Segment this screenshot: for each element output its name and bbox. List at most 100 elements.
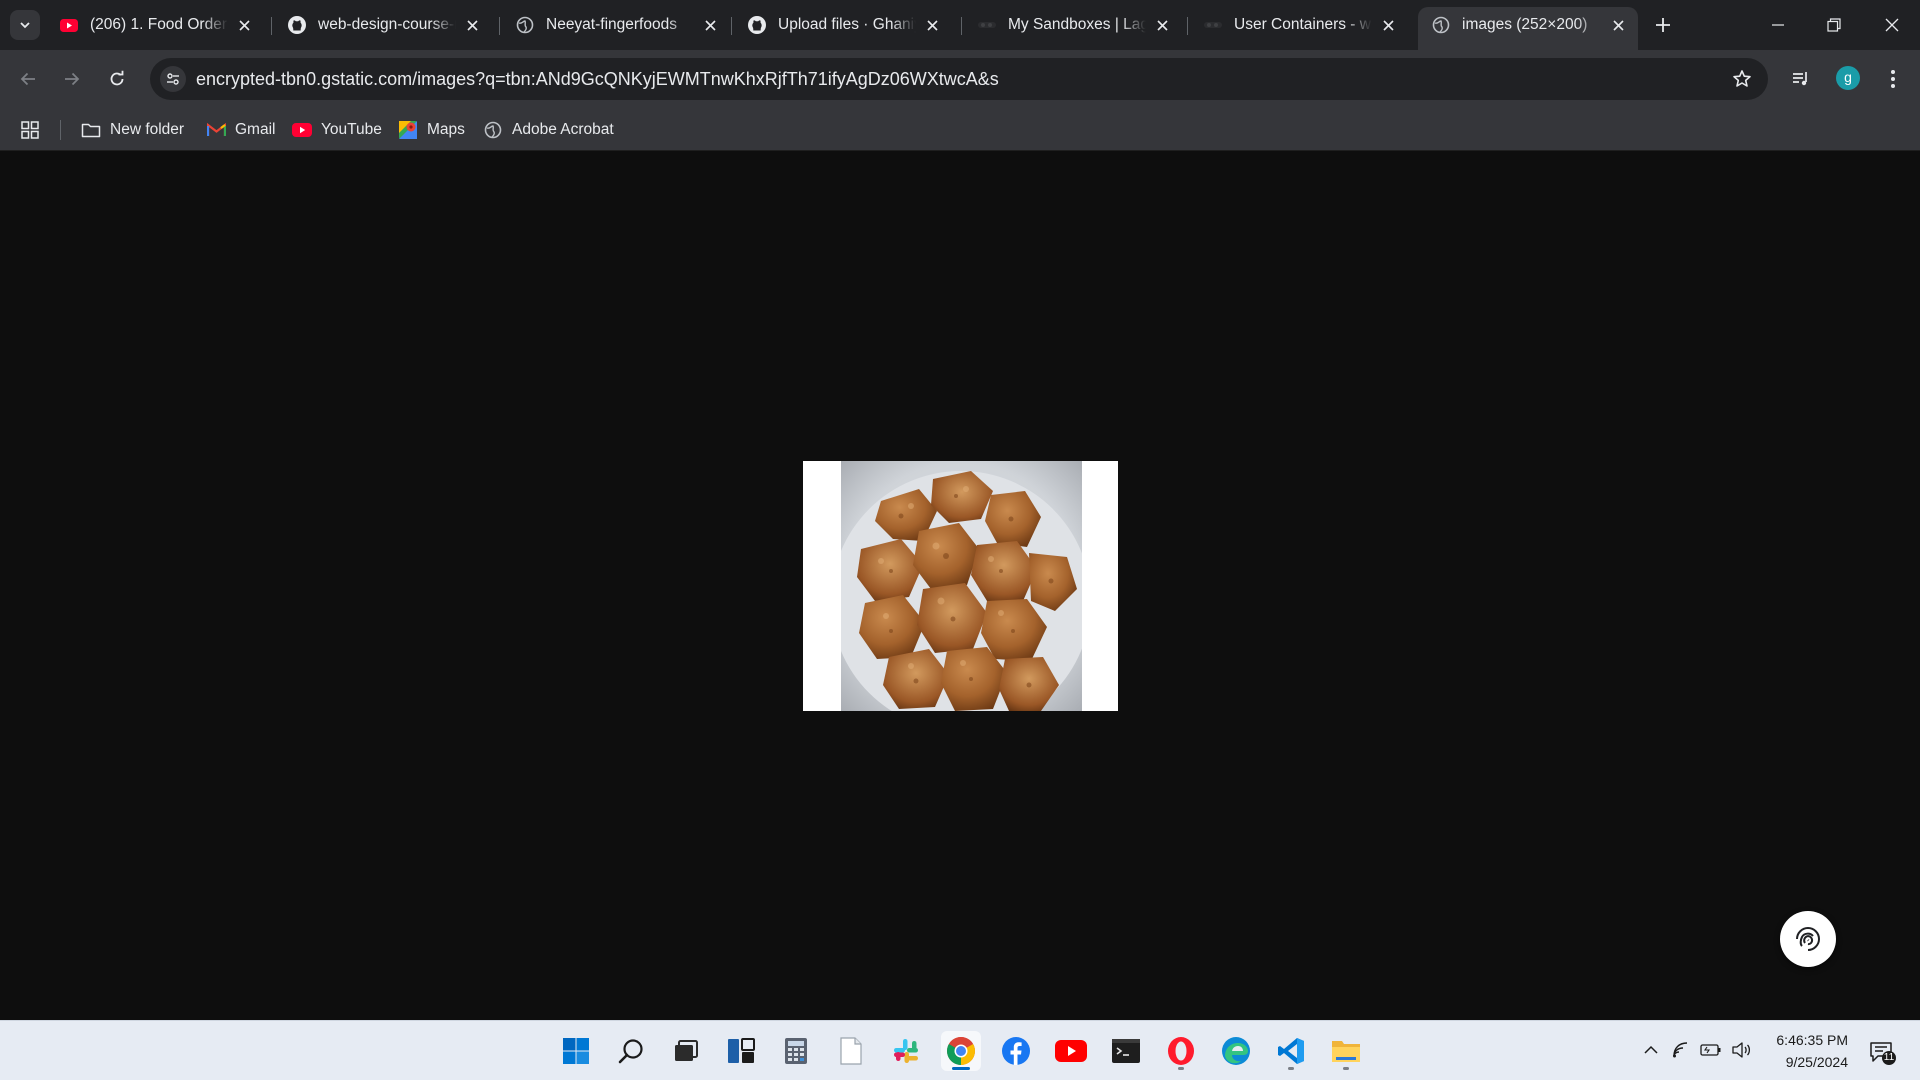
taskbar-terminal[interactable] (1106, 1031, 1146, 1071)
tab-my-sandboxes[interactable]: My Sandboxes | Lago (964, 7, 1182, 43)
tab-user-containers[interactable]: User Containers - we (1190, 7, 1408, 43)
site-info-button[interactable] (160, 66, 186, 92)
minimize-icon (1772, 24, 1784, 26)
back-button[interactable] (11, 62, 45, 96)
network-status[interactable] (1670, 1039, 1692, 1061)
close-icon[interactable] (1152, 15, 1172, 35)
close-icon[interactable] (700, 15, 720, 35)
tab-separator (961, 17, 962, 35)
tab-title: Neeyat-fingerfoods (546, 16, 677, 33)
lagoon-icon (1204, 16, 1222, 34)
clock-date: 9/25/2024 (1785, 1054, 1848, 1070)
tab-upload-files[interactable]: Upload files · Ghaniya (734, 7, 952, 43)
bookmark-star-button[interactable] (1730, 67, 1754, 91)
restore-icon (1827, 18, 1841, 32)
tab-web-design-course[interactable]: web-design-course-r (274, 7, 492, 43)
taskbar-opera[interactable] (1161, 1031, 1201, 1071)
running-indicator (1343, 1067, 1349, 1070)
start-button[interactable] (556, 1031, 596, 1071)
show-hidden-icons-button[interactable] (1640, 1039, 1662, 1061)
more-vertical-icon (1891, 70, 1895, 88)
wifi-icon (1673, 1042, 1688, 1058)
vscode-icon (1278, 1038, 1304, 1064)
tab-separator (1187, 17, 1188, 35)
arrow-right-icon (65, 72, 80, 86)
address-bar[interactable]: encrypted-tbn0.gstatic.com/images?q=tbn:… (150, 58, 1768, 100)
close-icon[interactable] (922, 15, 942, 35)
image-viewer (0, 151, 1920, 1020)
floating-extension-button[interactable] (1780, 911, 1836, 967)
close-icon[interactable] (234, 15, 254, 35)
taskbar-vscode[interactable] (1271, 1031, 1311, 1071)
tab-neeyat-fingerfoods[interactable]: Neeyat-fingerfoods (502, 7, 730, 43)
widgets-button[interactable] (721, 1031, 761, 1071)
taskbar-youtube[interactable] (1051, 1031, 1091, 1071)
running-indicator (1178, 1067, 1184, 1070)
calculator-icon (785, 1038, 807, 1064)
file-explorer-icon (1332, 1041, 1360, 1062)
chevron-up-icon (1644, 1045, 1658, 1054)
bookmark-gmail[interactable]: Gmail (206, 117, 275, 143)
apps-button[interactable] (20, 117, 49, 143)
media-control-button[interactable] (1784, 62, 1818, 96)
taskbar-chrome[interactable] (941, 1031, 981, 1071)
reload-button[interactable] (100, 62, 134, 96)
search-icon (618, 1039, 643, 1064)
tab-images-active[interactable]: images (252×200) (1418, 7, 1638, 50)
reload-icon (110, 70, 124, 86)
chrome-icon (947, 1037, 975, 1065)
taskbar-edge[interactable] (1216, 1031, 1256, 1071)
fingerprint-spiral-icon (1796, 927, 1820, 951)
slack-icon (894, 1039, 918, 1063)
profile-avatar[interactable]: g (1836, 66, 1860, 90)
plus-icon (1656, 18, 1670, 32)
tab-title: User Containers - we (1234, 16, 1372, 33)
widgets-icon (728, 1038, 755, 1063)
tab-separator (731, 17, 732, 35)
bookmarks-bar: New folder Gmail YouTube Maps Adobe Acro… (0, 108, 1920, 151)
task-view-button[interactable] (666, 1031, 706, 1071)
taskbar-search[interactable] (611, 1031, 651, 1071)
bookmarks-separator (60, 120, 61, 140)
lagoon-icon (978, 16, 996, 34)
bookmark-youtube[interactable]: YouTube (292, 117, 382, 143)
bookmark-label: Gmail (235, 121, 276, 138)
tab-title: My Sandboxes | Lago (1008, 16, 1146, 33)
close-icon[interactable] (1608, 15, 1628, 35)
battery-status[interactable] (1700, 1039, 1722, 1061)
battery-icon (1700, 1044, 1721, 1056)
bookmark-maps[interactable]: Maps (398, 117, 465, 143)
restore-button[interactable] (1806, 0, 1862, 50)
taskbar-slack[interactable] (886, 1031, 926, 1071)
browser-toolbar: encrypted-tbn0.gstatic.com/images?q=tbn:… (0, 50, 1920, 108)
close-icon[interactable] (462, 15, 482, 35)
arrow-left-icon (20, 72, 35, 86)
tab-search-button[interactable] (10, 10, 40, 40)
forward-button[interactable] (55, 62, 89, 96)
clock-time: 6:46:35 PM (1776, 1032, 1848, 1048)
globe-icon (1432, 16, 1450, 34)
notification-center-button[interactable]: 11 (1866, 1037, 1896, 1067)
bookmark-new-folder[interactable]: New folder (81, 117, 184, 143)
tab-strip: (206) 1. Food Order W web-design-course-… (0, 0, 1920, 50)
taskbar-facebook[interactable] (996, 1031, 1036, 1071)
volume-control[interactable] (1730, 1039, 1752, 1061)
close-window-button[interactable] (1864, 0, 1920, 50)
displayed-image[interactable] (803, 461, 1118, 711)
taskbar-notepad[interactable] (831, 1031, 871, 1071)
browser-menu-button[interactable] (1876, 62, 1910, 96)
tune-icon (167, 73, 179, 85)
system-clock[interactable]: 6:46:35 PM 9/25/2024 (1768, 1029, 1848, 1073)
taskbar-calculator[interactable] (776, 1031, 816, 1071)
url-text[interactable]: encrypted-tbn0.gstatic.com/images?q=tbn:… (196, 58, 999, 100)
close-icon (1885, 18, 1899, 32)
new-tab-button[interactable] (1650, 12, 1676, 38)
media-queue-icon (1793, 72, 1807, 86)
bookmark-adobe-acrobat[interactable]: Adobe Acrobat (483, 117, 614, 143)
notepad-icon (840, 1037, 862, 1065)
edge-icon (1222, 1037, 1250, 1065)
minimize-button[interactable] (1750, 0, 1806, 50)
taskbar-file-explorer[interactable] (1326, 1031, 1366, 1071)
close-icon[interactable] (1378, 15, 1398, 35)
tab-food-order[interactable]: (206) 1. Food Order W (46, 7, 264, 43)
